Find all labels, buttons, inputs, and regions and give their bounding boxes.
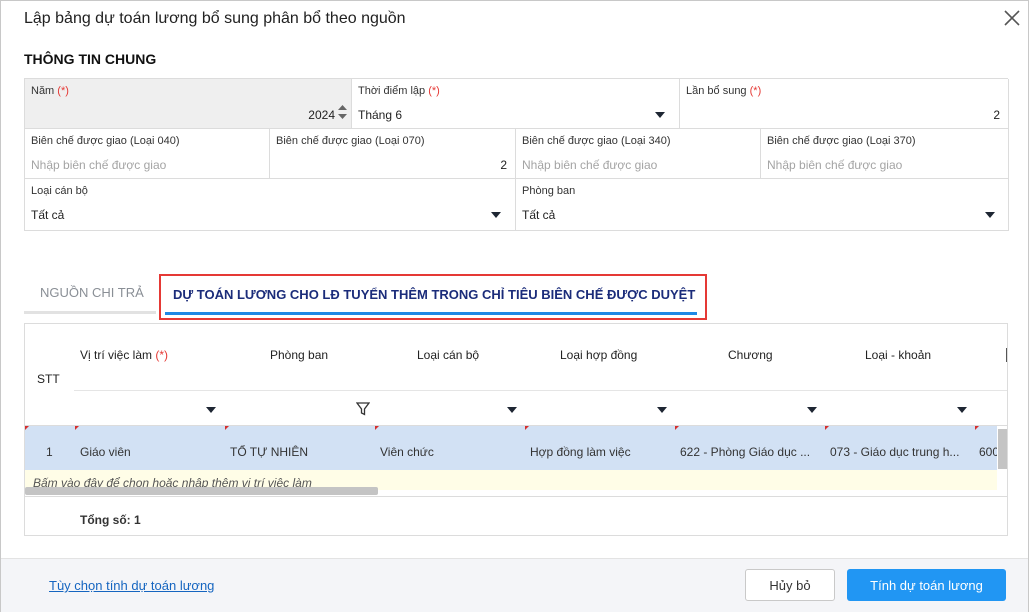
column-divider xyxy=(1006,348,1007,362)
required-marker xyxy=(525,426,529,430)
cell-department[interactable]: TỔ TỰ NHIÊN xyxy=(230,445,308,459)
quota-370-placeholder[interactable]: Nhập biên chế được giao xyxy=(767,158,902,172)
chevron-down-icon[interactable] xyxy=(657,407,667,413)
close-icon[interactable] xyxy=(1001,7,1023,29)
required-mark: (*) xyxy=(57,85,69,97)
cell-extra[interactable]: 600 xyxy=(979,445,997,459)
cell-contract[interactable]: Hợp đồng làm việc xyxy=(530,445,631,459)
options-link[interactable]: Tùy chọn tính dự toán lương xyxy=(49,578,214,593)
required-mark: (*) xyxy=(155,348,169,362)
quota-070-value[interactable]: 2 xyxy=(500,158,507,172)
chevron-down-icon[interactable] xyxy=(957,407,967,413)
chevron-down-icon[interactable] xyxy=(206,407,216,413)
time-field[interactable]: Thời điểm lập (*) Tháng 6 xyxy=(352,79,680,129)
time-label: Thời điểm lập xyxy=(358,85,426,97)
header-stt: STT xyxy=(37,372,60,386)
dialog: Lập bảng dự toán lương bổ sung phân bổ t… xyxy=(0,0,1029,612)
department-value[interactable]: Tất cả xyxy=(522,208,555,222)
header-divider xyxy=(74,390,1007,391)
required-marker xyxy=(25,426,29,430)
year-value[interactable]: 2024 xyxy=(308,108,335,122)
tab-bar: NGUỒN CHI TRẢ DỰ TOÁN LƯƠNG CHO LĐ TUYỂN… xyxy=(24,271,1008,320)
cell-position[interactable]: Giáo viên xyxy=(80,445,131,459)
quota-370-label: Biên chế được giao (Loại 370) xyxy=(767,135,916,147)
chevron-down-icon[interactable] xyxy=(985,212,995,218)
year-field[interactable]: Năm (*) 2024 xyxy=(25,79,352,129)
required-marker xyxy=(75,426,79,430)
header-chapter[interactable]: Chương xyxy=(728,348,773,362)
spinner-icon[interactable] xyxy=(338,104,347,120)
vertical-scrollbar[interactable] xyxy=(998,429,1007,469)
dialog-footer: Tùy chọn tính dự toán lương Hủy bỏ Tính … xyxy=(1,558,1028,612)
staff-type-field[interactable]: Loại cán bộ Tất cả xyxy=(25,179,516,231)
required-mark: (*) xyxy=(749,85,762,97)
tab-funding-source[interactable]: NGUỒN CHI TRẢ xyxy=(40,285,144,300)
required-mark: (*) xyxy=(428,85,440,97)
header-contract[interactable]: Loại hợp đồng xyxy=(560,348,637,362)
chevron-down-icon[interactable] xyxy=(507,407,517,413)
supplement-value[interactable]: 2 xyxy=(993,108,1000,122)
highlight-box: DỰ TOÁN LƯƠNG CHO LĐ TUYỂN THÊM TRONG CH… xyxy=(159,274,707,320)
required-marker xyxy=(975,426,979,430)
dialog-title: Lập bảng dự toán lương bổ sung phân bổ t… xyxy=(24,10,406,27)
total-count: Tổng số: 1 xyxy=(80,513,141,527)
department-field[interactable]: Phòng ban Tất cả xyxy=(516,179,1009,231)
cancel-button[interactable]: Hủy bỏ xyxy=(745,569,835,601)
cell-staff-type[interactable]: Viên chức xyxy=(380,445,434,459)
filter-icon[interactable] xyxy=(356,402,370,416)
general-info-grid: Năm (*) 2024 Thời điểm lập (*) Tháng 6 L… xyxy=(24,78,1009,231)
quota-370-field[interactable]: Biên chế được giao (Loại 370) Nhập biên … xyxy=(761,129,1009,179)
required-marker xyxy=(225,426,229,430)
time-value[interactable]: Tháng 6 xyxy=(358,108,402,122)
required-marker xyxy=(375,426,379,430)
supplement-label: Lần bổ sung xyxy=(686,85,747,97)
position-table: STT Vị trí việc làm (*) Phòng ban Loại c… xyxy=(24,323,1008,536)
tab-underline xyxy=(24,311,156,314)
horizontal-scrollbar[interactable] xyxy=(25,487,378,495)
cell-stt: 1 xyxy=(46,445,53,459)
quota-040-field[interactable]: Biên chế được giao (Loại 040) Nhập biên … xyxy=(25,129,270,179)
calculate-button[interactable]: Tính dự toán lương xyxy=(847,569,1006,601)
header-staff-type[interactable]: Loại cán bộ xyxy=(417,348,479,362)
staff-type-value[interactable]: Tất cả xyxy=(31,208,64,222)
header-category[interactable]: Loại - khoản xyxy=(865,348,931,362)
supplement-field[interactable]: Lần bổ sung (*) 2 xyxy=(680,79,1009,129)
quota-040-placeholder[interactable]: Nhập biên chế được giao xyxy=(31,158,166,172)
header-position-label: Vị trí việc làm xyxy=(80,348,153,362)
tab-salary-estimate[interactable]: DỰ TOÁN LƯƠNG CHO LĐ TUYỂN THÊM TRONG CH… xyxy=(173,287,695,302)
quota-340-placeholder[interactable]: Nhập biên chế được giao xyxy=(522,158,657,172)
chevron-down-icon[interactable] xyxy=(807,407,817,413)
department-label: Phòng ban xyxy=(522,185,576,197)
table-footer-divider xyxy=(25,496,1007,497)
required-marker xyxy=(675,426,679,430)
section-title: THÔNG TIN CHUNG xyxy=(24,51,157,67)
required-marker xyxy=(825,426,829,430)
chevron-down-icon[interactable] xyxy=(655,112,665,118)
quota-340-label: Biên chế được giao (Loại 340) xyxy=(522,135,671,147)
quota-070-field[interactable]: Biên chế được giao (Loại 070) 2 xyxy=(270,129,516,179)
header-department[interactable]: Phòng ban xyxy=(270,348,328,362)
quota-040-label: Biên chế được giao (Loại 040) xyxy=(31,135,180,147)
cell-chapter[interactable]: 622 - Phòng Giáo dục ... xyxy=(680,445,810,459)
active-tab-underline xyxy=(165,312,697,315)
year-label: Năm xyxy=(31,85,55,97)
header-position[interactable]: Vị trí việc làm (*) xyxy=(80,348,168,362)
cell-category[interactable]: 073 - Giáo dục trung h... xyxy=(830,445,959,459)
chevron-down-icon[interactable] xyxy=(491,212,501,218)
staff-type-label: Loại cán bộ xyxy=(31,185,88,197)
table-row[interactable]: 1 Giáo viên TỔ TỰ NHIÊN Viên chức Hợp đồ… xyxy=(25,426,997,470)
quota-340-field[interactable]: Biên chế được giao (Loại 340) Nhập biên … xyxy=(516,129,761,179)
quota-070-label: Biên chế được giao (Loại 070) xyxy=(276,135,425,147)
